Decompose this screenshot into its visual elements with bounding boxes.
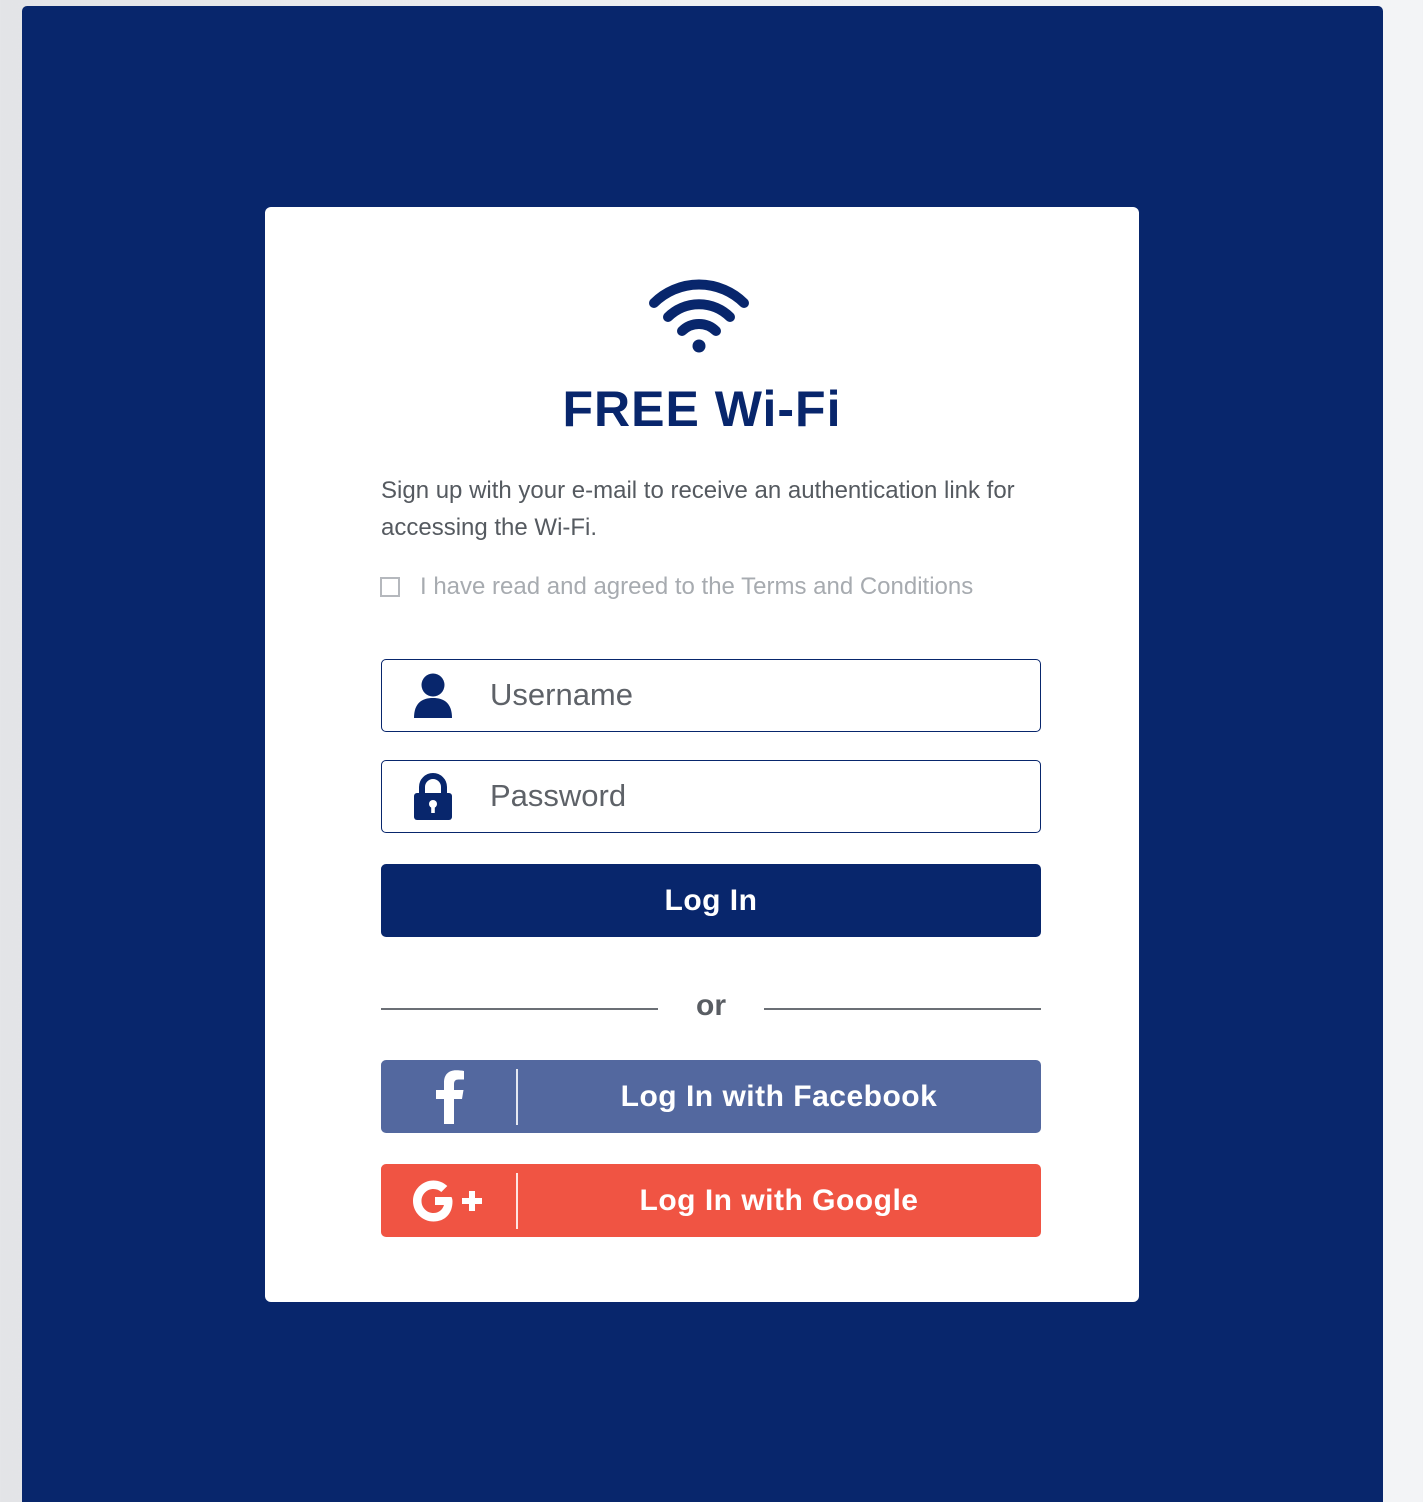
- separator-text: or: [696, 989, 726, 1022]
- facebook-icon-wrap: [381, 1060, 517, 1133]
- login-card: [265, 207, 1139, 1302]
- signup-description: Sign up with your e-mail to receive an a…: [381, 477, 1015, 541]
- google-login-button[interactable]: Log In with Google: [381, 1164, 1041, 1237]
- facebook-login-button[interactable]: Log In with Facebook: [381, 1060, 1041, 1133]
- google-login-label: Log In with Google: [639, 1184, 919, 1217]
- username-field[interactable]: [381, 659, 1041, 732]
- facebook-login-label: Log In with Facebook: [620, 1080, 938, 1113]
- username-input[interactable]: [490, 660, 1010, 730]
- google-plus-icon: [413, 1180, 482, 1221]
- wifi-icon: [649, 279, 749, 353]
- login-button[interactable]: Log In: [381, 864, 1041, 937]
- terms-row[interactable]: I have read and agreed to the Terms and …: [380, 572, 973, 602]
- terms-label: I have read and agreed to the Terms and …: [420, 573, 974, 600]
- password-field[interactable]: [381, 760, 1041, 833]
- lock-icon: [414, 773, 452, 820]
- password-input[interactable]: [490, 761, 1010, 831]
- separator-line-right: [764, 1008, 1041, 1010]
- terms-checkbox[interactable]: [380, 577, 400, 597]
- google-icon-wrap: [381, 1164, 517, 1237]
- page-title: FREE Wi-Fi: [562, 381, 842, 437]
- facebook-icon: [436, 1069, 464, 1124]
- or-separator: or: [381, 985, 1041, 1029]
- user-icon: [414, 673, 452, 718]
